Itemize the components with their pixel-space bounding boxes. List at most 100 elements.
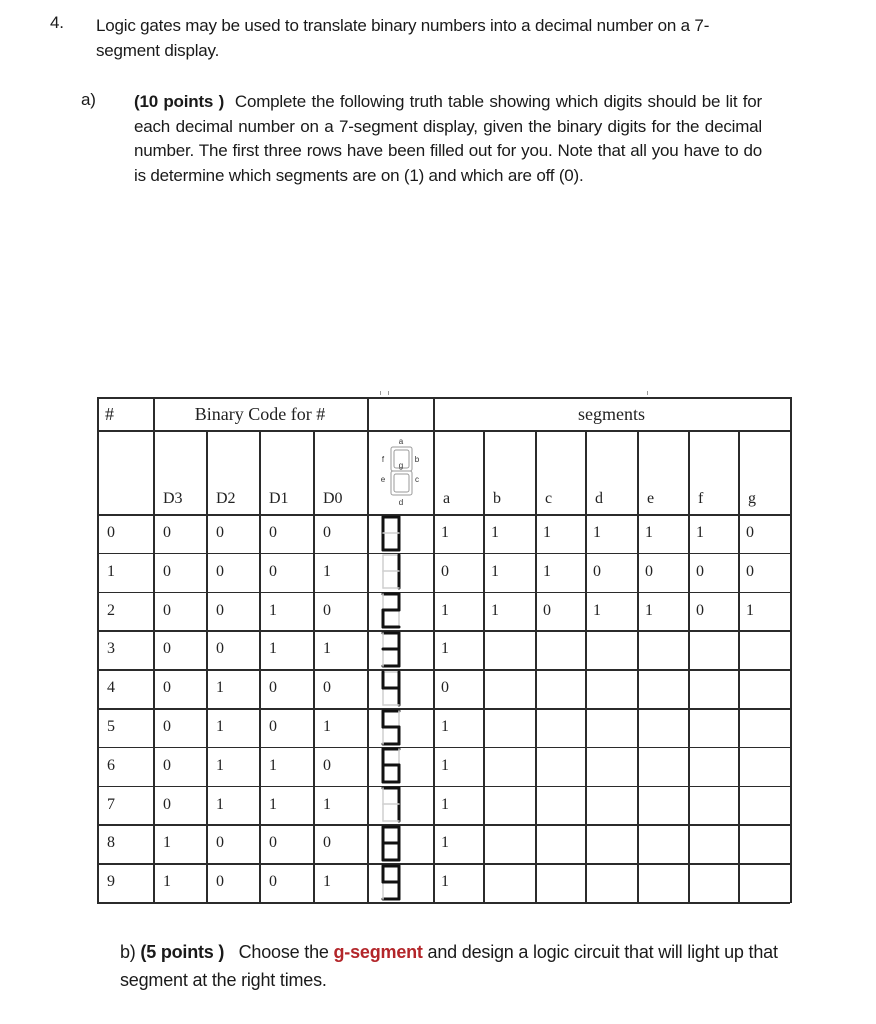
row-number: 9 bbox=[107, 873, 115, 891]
segment-value: 1 bbox=[491, 524, 499, 541]
bit-cell: 0 bbox=[323, 679, 331, 697]
segment-value: 0 bbox=[696, 562, 704, 580]
segment-input-cell[interactable] bbox=[696, 718, 716, 736]
segment-input-cell[interactable] bbox=[746, 757, 766, 775]
bit-cell: 0 bbox=[216, 601, 224, 619]
segment-input-cell[interactable] bbox=[746, 796, 766, 814]
bit-cell: 0 bbox=[163, 679, 171, 697]
segment-input-cell[interactable] bbox=[491, 834, 511, 852]
segment-input-cell[interactable] bbox=[593, 640, 613, 658]
segment-input-cell[interactable] bbox=[491, 757, 511, 775]
bit-cell: 1 bbox=[323, 640, 331, 658]
segment-input-cell[interactable] bbox=[491, 873, 511, 891]
header-d0: D0 bbox=[323, 490, 343, 507]
row-number: 5 bbox=[107, 718, 115, 735]
segment-input-cell[interactable] bbox=[645, 718, 665, 736]
bit-cell: 0 bbox=[269, 562, 277, 580]
bit-cell: 1 bbox=[163, 873, 171, 891]
part-a-label: a) bbox=[81, 90, 96, 109]
bit-cell: 1 bbox=[323, 718, 331, 735]
scan-mark bbox=[388, 391, 389, 395]
segment-input-cell[interactable] bbox=[491, 679, 511, 697]
question-text: Logic gates may be used to translate bin… bbox=[96, 16, 710, 60]
seven-segment-digit-3-icon bbox=[381, 631, 401, 668]
header-binary-code: Binary Code for # bbox=[194, 404, 326, 424]
segment-value: 1 bbox=[441, 601, 449, 619]
segment-input-cell[interactable] bbox=[593, 796, 613, 814]
segment-input-cell[interactable] bbox=[645, 834, 665, 852]
segment-input-cell[interactable] bbox=[645, 796, 665, 814]
segment-value: 1 bbox=[543, 524, 551, 541]
segment-value: 1 bbox=[543, 562, 551, 580]
bit-cell: 0 bbox=[163, 524, 171, 541]
row-number: 1 bbox=[107, 562, 115, 580]
segment-input-cell[interactable] bbox=[543, 757, 563, 775]
segment-input-cell[interactable] bbox=[543, 640, 563, 658]
bit-cell: 0 bbox=[163, 601, 171, 619]
segment-input-cell[interactable] bbox=[491, 796, 511, 814]
segment-input-cell[interactable] bbox=[746, 640, 766, 658]
column-divider bbox=[97, 397, 99, 903]
bit-cell: 0 bbox=[216, 562, 224, 580]
row-number: 4 bbox=[107, 679, 115, 697]
bit-cell: 0 bbox=[323, 834, 331, 852]
part-b-text: b) (5 points ) Choose the g-segment and … bbox=[120, 938, 840, 994]
segment-value: 0 bbox=[696, 601, 704, 619]
segment-input-cell[interactable] bbox=[593, 873, 613, 891]
seven-segment-digit-8-icon bbox=[381, 825, 401, 862]
seven-segment-diagram-icon: a b c d e f g bbox=[381, 437, 420, 507]
segment-input-cell[interactable] bbox=[543, 796, 563, 814]
bit-cell: 0 bbox=[216, 834, 224, 852]
diagram-label-f: f bbox=[382, 455, 385, 464]
row-divider bbox=[97, 824, 790, 826]
segment-input-cell[interactable] bbox=[543, 718, 563, 736]
segment-input-cell[interactable] bbox=[543, 873, 563, 891]
header-segment-d: d bbox=[595, 490, 603, 507]
segment-value: 1 bbox=[593, 524, 601, 541]
segment-input-cell[interactable] bbox=[746, 718, 766, 736]
column-divider bbox=[637, 430, 639, 903]
segment-input-cell[interactable] bbox=[593, 718, 613, 736]
segment-input-cell[interactable] bbox=[696, 796, 716, 814]
bit-cell: 1 bbox=[269, 795, 277, 813]
segment-input-cell[interactable] bbox=[696, 873, 716, 891]
segment-input-cell[interactable] bbox=[593, 679, 613, 697]
segment-input-cell[interactable] bbox=[696, 640, 716, 658]
table-border-top bbox=[97, 397, 790, 399]
segment-value: 1 bbox=[441, 718, 449, 735]
segment-input-cell[interactable] bbox=[645, 679, 665, 697]
segment-input-cell[interactable] bbox=[491, 640, 511, 658]
column-divider bbox=[738, 430, 740, 903]
segment-input-cell[interactable] bbox=[593, 834, 613, 852]
column-divider bbox=[206, 430, 208, 903]
segment-input-cell[interactable] bbox=[593, 757, 613, 775]
column-divider bbox=[585, 430, 587, 903]
bit-cell: 0 bbox=[163, 718, 171, 735]
segment-input-cell[interactable] bbox=[543, 834, 563, 852]
segment-input-cell[interactable] bbox=[746, 679, 766, 697]
bit-cell: 1 bbox=[216, 756, 224, 774]
segment-input-cell[interactable] bbox=[696, 679, 716, 697]
segment-input-cell[interactable] bbox=[491, 718, 511, 736]
bit-cell: 0 bbox=[323, 601, 331, 619]
bit-cell: 1 bbox=[216, 679, 224, 697]
seven-segment-digit-7-icon bbox=[381, 786, 401, 823]
segment-input-cell[interactable] bbox=[746, 834, 766, 852]
segment-input-cell[interactable] bbox=[696, 834, 716, 852]
header-hash: # bbox=[105, 404, 114, 424]
segment-input-cell[interactable] bbox=[696, 757, 716, 775]
segment-input-cell[interactable] bbox=[746, 873, 766, 891]
bit-cell: 0 bbox=[163, 562, 171, 580]
part-a-instructions: Complete the following truth table showi… bbox=[134, 92, 763, 185]
seven-segment-digit-9-icon bbox=[381, 864, 401, 901]
segment-value: 1 bbox=[491, 562, 499, 580]
bit-cell: 0 bbox=[163, 795, 171, 813]
segment-value: 0 bbox=[645, 562, 653, 580]
bit-cell: 0 bbox=[269, 679, 277, 697]
segment-input-cell[interactable] bbox=[645, 873, 665, 891]
segment-input-cell[interactable] bbox=[645, 640, 665, 658]
header-segment-f: f bbox=[698, 490, 704, 507]
segment-input-cell[interactable] bbox=[543, 679, 563, 697]
segment-input-cell[interactable] bbox=[645, 757, 665, 775]
header-d3: D3 bbox=[163, 490, 183, 507]
